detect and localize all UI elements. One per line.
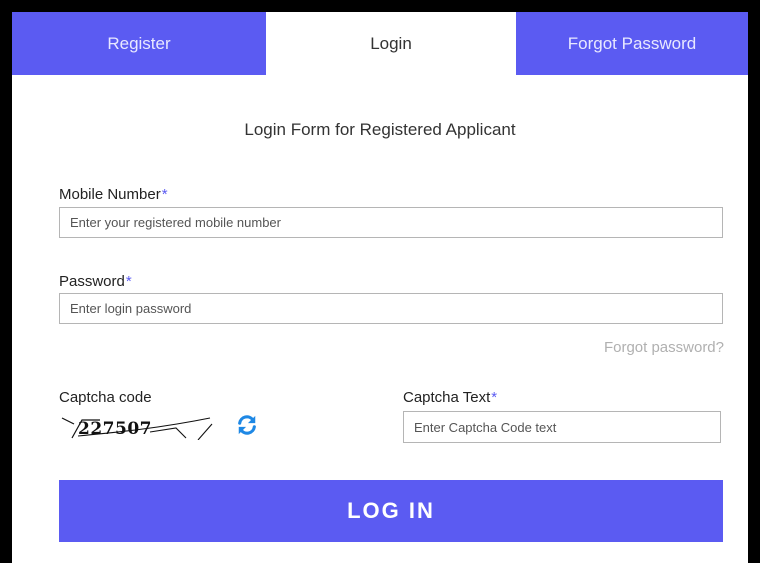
mobile-number-input[interactable]: [59, 207, 723, 238]
password-input[interactable]: [59, 293, 723, 324]
tab-login[interactable]: Login: [266, 12, 516, 75]
tab-forgot-password-label: Forgot Password: [567, 33, 697, 53]
window-border-right: [748, 0, 760, 563]
login-button[interactable]: LOG IN: [59, 480, 723, 542]
captcha-image: 227507: [61, 417, 213, 440]
password-label: Password*: [59, 273, 132, 290]
window-border-top: [0, 0, 760, 12]
tab-bar: Register Login Forgot Password: [12, 12, 748, 75]
required-mark: *: [125, 273, 132, 290]
required-mark: *: [491, 389, 498, 406]
captcha-text-label-text: Captcha Text: [403, 389, 491, 406]
tab-login-label: Login: [370, 33, 412, 53]
window-border-left: [0, 0, 12, 563]
tab-forgot-password[interactable]: Forgot Password: [516, 12, 748, 75]
form-title: Login Form for Registered Applicant: [244, 120, 516, 139]
mobile-number-label-text: Mobile Number: [59, 186, 161, 203]
password-label-text: Password: [59, 273, 125, 290]
tab-register[interactable]: Register: [12, 12, 266, 75]
refresh-icon[interactable]: [236, 414, 258, 436]
captcha-code-label: Captcha code: [59, 389, 152, 406]
tab-register-label: Register: [107, 33, 171, 53]
captcha-text-input[interactable]: [403, 411, 721, 443]
required-mark: *: [161, 186, 168, 203]
forgot-password-link[interactable]: Forgot password?: [604, 339, 724, 356]
login-page: Register Login Forgot Password Login For…: [0, 0, 760, 563]
mobile-number-label: Mobile Number*: [59, 186, 168, 203]
captcha-text-label: Captcha Text*: [403, 389, 497, 406]
